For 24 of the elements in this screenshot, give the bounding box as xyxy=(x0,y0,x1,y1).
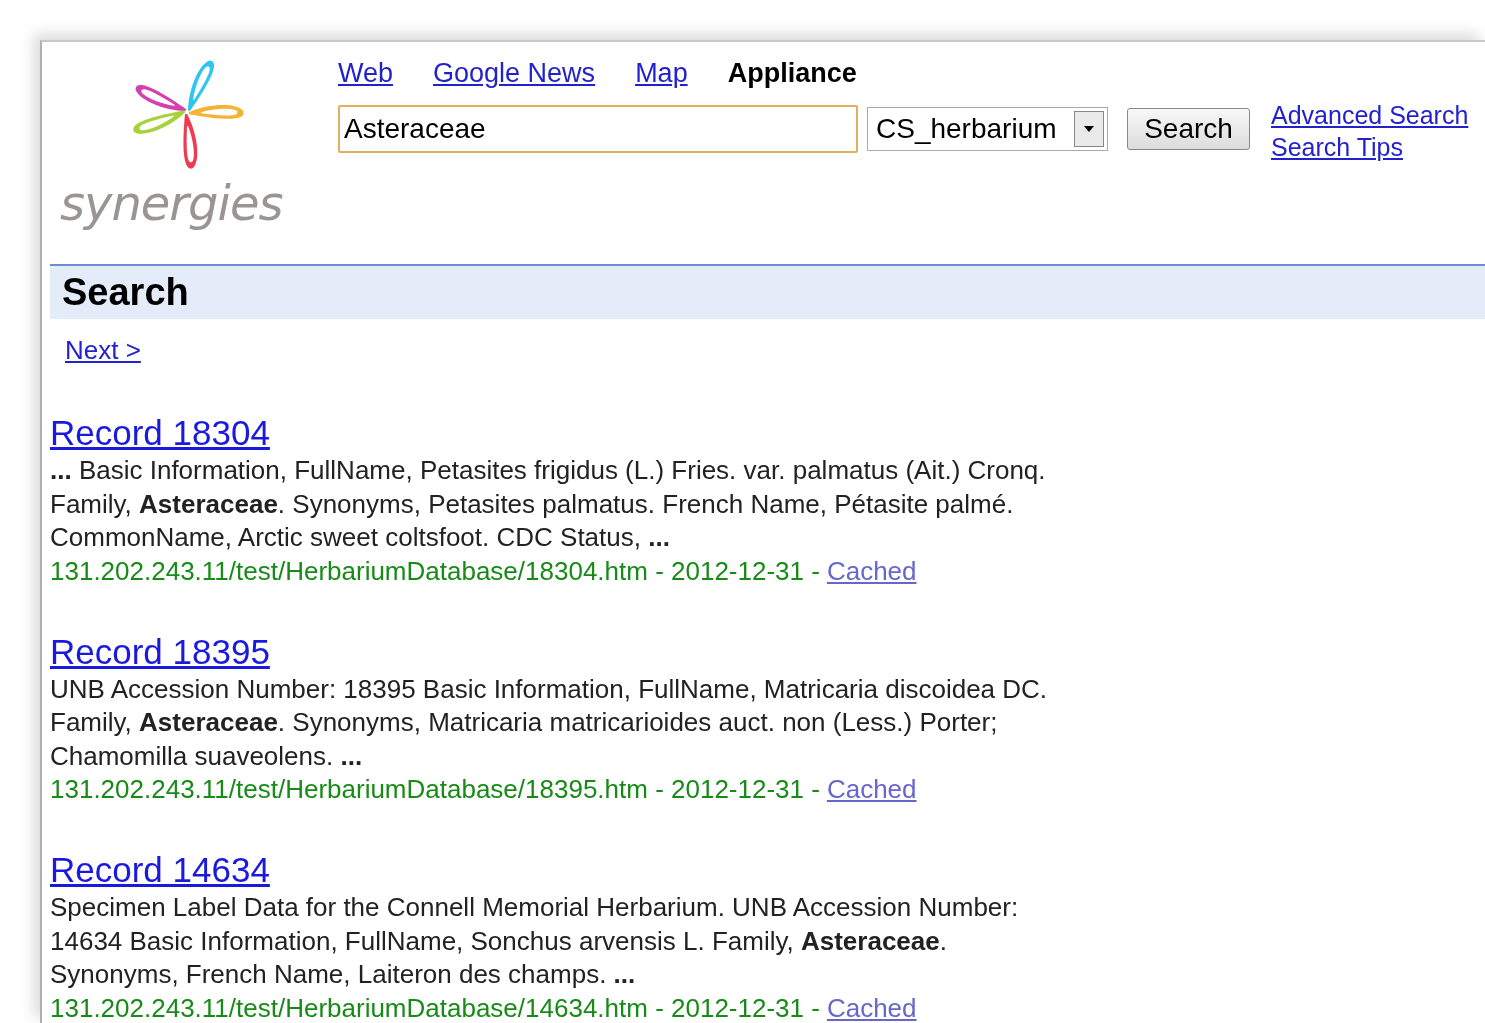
result-url: 131.202.243.11/test/HerbariumDatabase/14634.htm - 2012-12-31 - xyxy=(50,992,820,1023)
link[interactable]: Advanced Search xyxy=(1271,99,1469,131)
result-snippet: Specimen Label Data for the Connell Memorial Herbarium. UNB Accession Number: 14634 Basic Information, FullName, Sonchus arvensis L. Family, Asteraceae. Synonyms, French Name, Laiteron des champs. ... xyxy=(50,891,1020,991)
result-url: 131.202.243.11/test/HerbariumDatabase/18304.htm - 2012-12-31 - xyxy=(50,555,820,586)
tab[interactable]: Map xyxy=(635,58,688,89)
result-snippet: ... Basic Information, FullName, Petasites frigidus (L.) Fries. var. palmatus (Ait.) Cronq. Family, Asteraceae. Synonyms, Petasites palmatus. French Name, Pétasite palmé. CommonName, Arctic sweet coltsfoot. CDC Status, ... xyxy=(50,454,1047,554)
tab[interactable]: Appliance xyxy=(727,58,857,89)
search-field[interactable]: Asteraceae xyxy=(338,105,858,153)
collection-dropdown[interactable]: CS_herbarium xyxy=(867,107,1108,151)
result-snippet: UNB Accession Number: 18395 Basic Information, FullName, Matricaria discoidea DC. Family, Asteraceae. Synonyms, Matricaria matricarioides auct. non (Less.) Porter; Chamomilla suaveolens. ... xyxy=(50,672,1049,773)
next-link[interactable]: Next > xyxy=(65,335,141,366)
section-title: Search xyxy=(62,271,189,314)
tab[interactable]: Google News xyxy=(433,58,596,89)
cached-link[interactable]: Cached xyxy=(826,992,917,1023)
cached-link[interactable]: Cached xyxy=(826,555,917,586)
tab[interactable]: Web xyxy=(338,58,394,89)
caret-icon xyxy=(1084,126,1094,132)
result-title-link[interactable]: Record 18395 xyxy=(50,630,270,673)
result-title-link[interactable]: Record 14634 xyxy=(50,849,270,891)
search-button[interactable]: Search xyxy=(1127,108,1250,150)
cached-link[interactable]: Cached xyxy=(826,774,917,804)
result-title-link[interactable]: Record 18304 xyxy=(50,412,270,454)
result-url: 131.202.243.11/test/HerbariumDatabase/18395.htm - 2012-12-31 - xyxy=(50,774,820,804)
link[interactable]: Search Tips xyxy=(1271,131,1469,163)
